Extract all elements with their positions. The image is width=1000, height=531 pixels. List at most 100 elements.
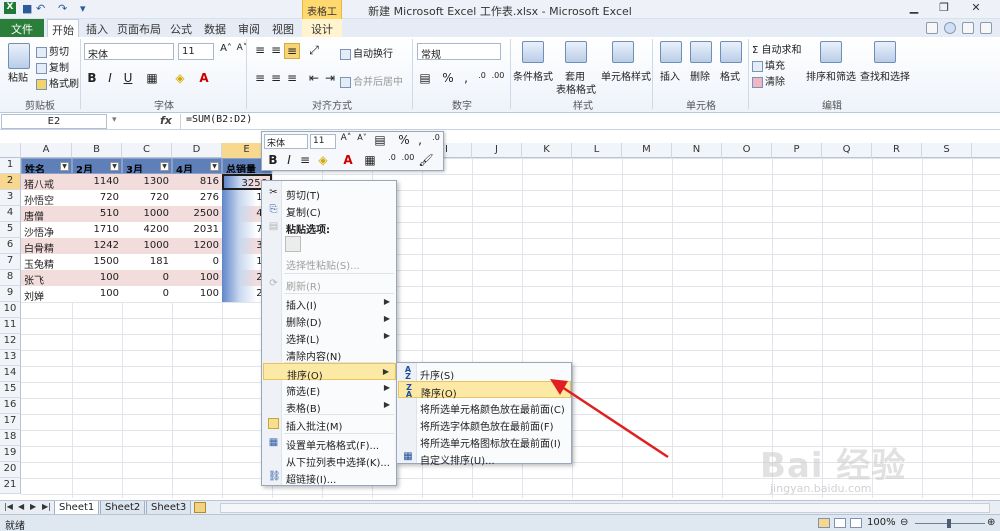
font-color-icon[interactable]: A xyxy=(196,71,212,87)
menu-item-clear-contents[interactable]: 清除内容(N) xyxy=(263,345,396,363)
table-cell[interactable]: 816 xyxy=(172,174,222,190)
table-cell[interactable]: 孙悟空 xyxy=(21,190,72,206)
table-cell[interactable]: 510 xyxy=(72,206,122,222)
table-cell[interactable]: 1500 xyxy=(72,254,122,270)
conditional-format-icon[interactable] xyxy=(522,41,544,63)
paste-icon[interactable] xyxy=(8,43,30,69)
page-layout-view-icon[interactable] xyxy=(834,518,846,528)
column-header-r[interactable]: R xyxy=(872,143,922,158)
fill-color-icon[interactable]: ◈ xyxy=(172,71,188,87)
namebox-dropdown-icon[interactable]: ▾ xyxy=(112,115,117,125)
table-cell[interactable]: 1242 xyxy=(72,238,122,254)
row-header[interactable]: 17 xyxy=(0,414,21,430)
mini-percent-icon[interactable]: % xyxy=(396,133,412,149)
table-cell[interactable]: 白骨精 xyxy=(21,238,72,254)
table-cell[interactable]: 100 xyxy=(172,270,222,286)
font-size-combo[interactable]: 11 xyxy=(178,43,214,60)
row-header[interactable]: 16 xyxy=(0,398,21,414)
align-top-icon[interactable]: ≡ xyxy=(252,43,268,59)
table-cell[interactable]: 2031 xyxy=(172,222,222,238)
binoculars-icon[interactable] xyxy=(874,41,896,63)
menu-item-filter[interactable]: 筛选(E) ▶ xyxy=(263,380,396,398)
increase-decimal-icon[interactable]: .0 xyxy=(474,71,490,87)
sheet-tab-3[interactable]: Sheet3 xyxy=(146,501,192,515)
mini-border-icon[interactable]: ▦ xyxy=(362,153,378,169)
mini-format-painter-icon[interactable]: 🖌 xyxy=(418,153,434,169)
mini-size-combo[interactable]: 11 xyxy=(310,134,336,149)
column-header-j[interactable]: J xyxy=(472,143,522,158)
row-header[interactable]: 10 xyxy=(0,302,21,318)
mini-decrease-decimal-icon[interactable]: .00 xyxy=(400,153,416,169)
decrease-decimal-icon[interactable]: .00 xyxy=(490,71,506,87)
zoom-level[interactable]: 100% xyxy=(867,517,896,528)
fill-button[interactable]: 填充 xyxy=(752,57,785,72)
restore-button[interactable]: ❐ xyxy=(930,1,958,17)
column-header-k[interactable]: K xyxy=(522,143,572,158)
insert-cells-button[interactable]: 插入 xyxy=(660,68,680,83)
filter-dropdown-icon[interactable]: ▼ xyxy=(160,162,169,171)
column-header-c[interactable]: C xyxy=(122,143,172,158)
column-header-s[interactable]: S xyxy=(922,143,972,158)
row-header[interactable]: 4 xyxy=(0,206,21,222)
table-cell[interactable]: 100 xyxy=(72,286,122,302)
row-header[interactable]: 9 xyxy=(0,286,21,302)
percent-icon[interactable]: % xyxy=(440,71,456,87)
align-left-icon[interactable]: ≡ xyxy=(252,71,268,87)
format-cells-icon[interactable] xyxy=(720,41,742,63)
menu-item-paste-special[interactable]: 选择性粘贴(S)... xyxy=(263,254,396,272)
tab-insert[interactable]: 插入 xyxy=(82,19,112,37)
sheet-nav-last-icon[interactable]: ▶| xyxy=(42,502,51,511)
column-header-b[interactable]: B xyxy=(72,143,122,158)
table-cell[interactable]: 1710 xyxy=(72,222,122,238)
border-icon[interactable]: ▦ xyxy=(144,71,160,87)
sheet-nav-first-icon[interactable]: |◀ xyxy=(4,502,13,511)
menu-item-copy[interactable]: ⎘ 复制(C) xyxy=(263,201,396,219)
filter-dropdown-icon[interactable]: ▼ xyxy=(210,162,219,171)
mini-italic-icon[interactable]: I xyxy=(281,153,297,169)
table-cell[interactable]: 100 xyxy=(172,286,222,302)
mini-bold-icon[interactable]: B xyxy=(265,153,281,169)
table-cell[interactable]: 张飞 xyxy=(21,270,72,286)
ribbon-minimize-icon[interactable] xyxy=(926,22,938,34)
filter-dropdown-icon[interactable]: ▼ xyxy=(110,162,119,171)
font-name-combo[interactable]: 宋体 xyxy=(84,43,174,61)
align-center-icon[interactable]: ≡ xyxy=(268,71,284,87)
menu-item-sort[interactable]: 排序(O) ▶ xyxy=(263,363,396,382)
row-header[interactable]: 7 xyxy=(0,254,21,270)
table-cell[interactable]: 1000 xyxy=(122,206,172,222)
mini-increase-decimal-icon[interactable]: .0 xyxy=(384,153,400,169)
mini-comma-icon[interactable]: , xyxy=(412,133,428,149)
row-header[interactable]: 6 xyxy=(0,238,21,254)
copy-button[interactable]: 复制 xyxy=(36,59,69,74)
cell-styles-icon[interactable] xyxy=(612,41,634,63)
clear-button[interactable]: 清除 xyxy=(752,73,785,88)
table-cell[interactable]: 猪八戒 xyxy=(21,174,72,190)
row-header[interactable]: 2 xyxy=(0,174,21,190)
conditional-format-button[interactable]: 条件格式 xyxy=(513,68,553,83)
orientation-icon[interactable]: ⤢ xyxy=(306,43,322,59)
zoom-slider-thumb[interactable] xyxy=(947,519,951,528)
row-header[interactable]: 13 xyxy=(0,350,21,366)
mini-shrink-font-icon[interactable]: A˅ xyxy=(354,133,370,149)
autosum-button[interactable]: Σ 自动求和 xyxy=(752,41,802,56)
table-header-cell[interactable]: 姓名 ▼ xyxy=(21,158,72,174)
tab-design[interactable]: 设计 xyxy=(302,19,342,37)
menu-item-format-cells[interactable]: ▦ 设置单元格格式(F)... xyxy=(263,434,396,452)
table-cell[interactable]: 4200 xyxy=(122,222,172,238)
row-header[interactable]: 14 xyxy=(0,366,21,382)
increase-indent-icon[interactable]: ⇥ xyxy=(322,71,338,87)
sheet-nav-prev-icon[interactable]: ◀ xyxy=(18,502,24,511)
mini-grow-font-icon[interactable]: A˄ xyxy=(338,133,354,149)
save-icon[interactable]: ■ xyxy=(22,2,32,15)
column-header-d[interactable]: D xyxy=(172,143,222,158)
tab-view[interactable]: 视图 xyxy=(268,19,298,37)
table-cell[interactable]: 720 xyxy=(72,190,122,206)
paste-icon[interactable] xyxy=(285,236,301,252)
table-cell[interactable]: 276 xyxy=(172,190,222,206)
workbook-close-icon[interactable] xyxy=(980,22,992,34)
delete-cells-icon[interactable] xyxy=(690,41,712,63)
tab-review[interactable]: 审阅 xyxy=(234,19,264,37)
insert-function-icon[interactable]: fx xyxy=(160,114,172,127)
format-painter-button[interactable]: 格式刷 xyxy=(36,75,79,90)
table-cell[interactable]: 1300 xyxy=(122,174,172,190)
